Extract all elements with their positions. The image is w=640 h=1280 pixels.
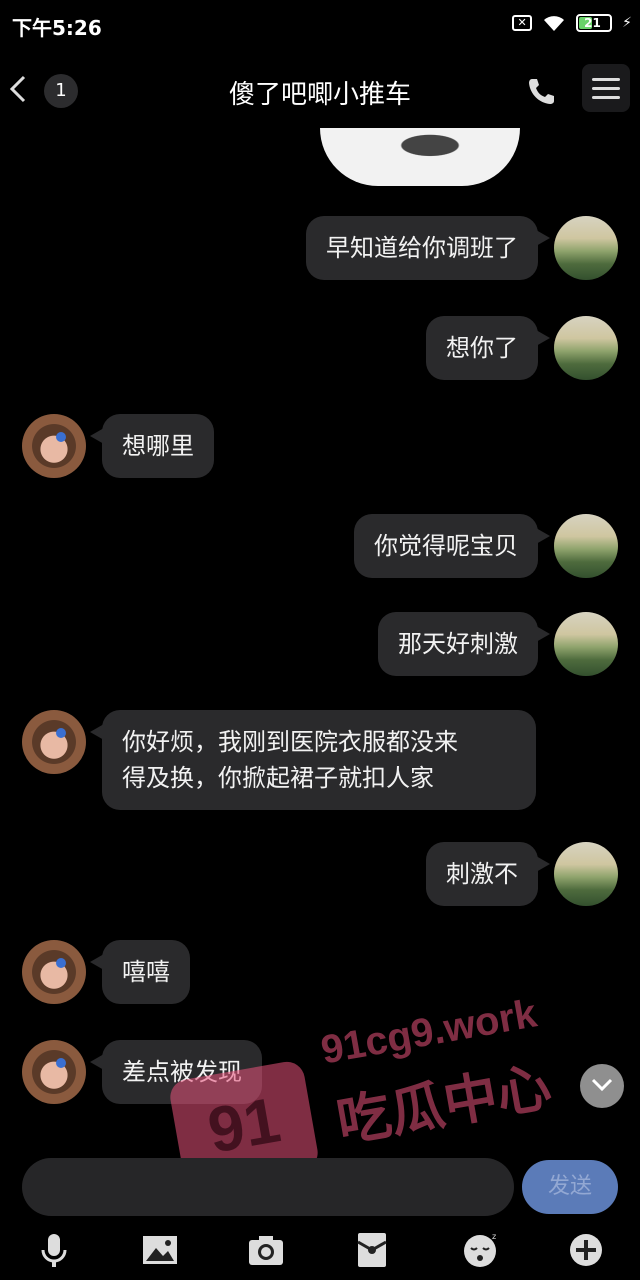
svg-text:z: z	[492, 1232, 496, 1241]
message-line: 你好烦，我刚到医院衣服都没来	[122, 728, 458, 756]
mic-icon[interactable]	[34, 1230, 74, 1270]
image-icon[interactable]	[140, 1230, 180, 1270]
my-avatar[interactable]	[554, 612, 618, 676]
message-bubble[interactable]: 嘻嘻	[90, 940, 190, 1004]
charging-icon: ⚡	[622, 15, 632, 31]
scroll-down-button[interactable]	[580, 1064, 624, 1108]
sim-icon: ✕	[512, 15, 533, 31]
emoji-icon[interactable]: z	[460, 1230, 500, 1270]
message-bubble[interactable]: 早知道给你调班了	[306, 216, 550, 280]
red-envelope-icon[interactable]	[352, 1230, 392, 1270]
send-button[interactable]: 发送	[522, 1160, 618, 1214]
sticker-image[interactable]	[320, 128, 520, 186]
my-avatar[interactable]	[554, 316, 618, 380]
input-toolbar: z	[0, 1226, 640, 1280]
my-avatar[interactable]	[554, 514, 618, 578]
my-avatar[interactable]	[554, 216, 618, 280]
status-bar: 下午5:26 ✕ 21 ⚡	[0, 0, 640, 50]
my-avatar[interactable]	[554, 842, 618, 906]
status-time: 下午5:26	[12, 16, 102, 40]
message-bubble[interactable]: 想哪里	[90, 414, 214, 478]
phone-icon[interactable]	[526, 76, 556, 106]
camera-icon[interactable]	[246, 1230, 286, 1270]
contact-avatar[interactable]	[22, 1040, 86, 1104]
message-bubble[interactable]: 那天好刺激	[378, 612, 550, 676]
message-line: 得及换，你掀起裙子就扣人家	[122, 764, 434, 792]
contact-avatar[interactable]	[22, 940, 86, 1004]
chat-header: 1 傻了吧唧小推车	[0, 58, 640, 122]
status-icons: ✕ 21 ⚡	[512, 14, 632, 32]
plus-icon[interactable]	[566, 1230, 606, 1270]
message-bubble[interactable]: 想你了	[426, 316, 550, 380]
contact-avatar[interactable]	[22, 414, 86, 478]
message-bubble[interactable]: 刺激不	[426, 842, 550, 906]
contact-avatar[interactable]	[22, 710, 86, 774]
menu-button[interactable]	[582, 64, 630, 112]
message-bubble[interactable]: 你觉得呢宝贝	[354, 514, 550, 578]
chevron-down-icon	[591, 1078, 613, 1092]
message-bubble[interactable]: 你好烦，我刚到医院衣服都没来 得及换，你掀起裙子就扣人家	[90, 710, 536, 810]
wifi-icon	[544, 16, 565, 31]
message-input[interactable]	[22, 1158, 514, 1216]
battery-level: 21	[584, 16, 601, 30]
battery-icon: 21	[576, 14, 613, 32]
